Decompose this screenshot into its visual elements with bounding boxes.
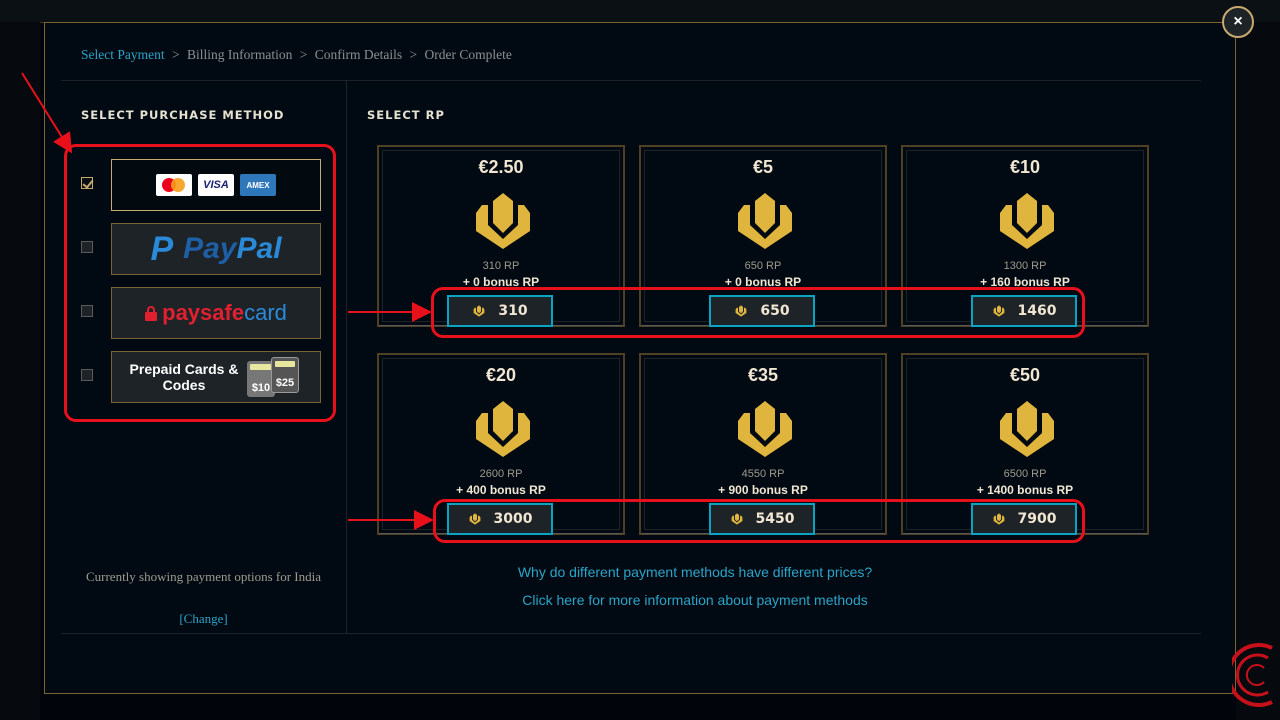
rp-pack-price: €2.50 xyxy=(478,157,524,177)
breadcrumb-step-select-payment[interactable]: Select Payment xyxy=(81,47,165,62)
rp-pack-bonus: + 900 bonus RP xyxy=(718,483,808,497)
breadcrumb-step-complete: Order Complete xyxy=(424,47,512,62)
different-prices-link[interactable]: Why do different payment methods have di… xyxy=(445,564,945,580)
breadcrumb-step-confirm: Confirm Details xyxy=(314,47,403,62)
riot-points-icon xyxy=(992,401,1062,457)
client-right-background xyxy=(1236,22,1280,720)
bracket-decoration xyxy=(1077,515,1147,534)
breadcrumb: Select Payment > Billing Information > C… xyxy=(81,47,512,63)
riot-points-icon xyxy=(992,193,1062,249)
rp-pack-bonus: + 1400 bonus RP xyxy=(976,483,1074,497)
annotation-box-row2 xyxy=(433,499,1085,543)
purchase-method-title: SELECT PURCHASE METHOD xyxy=(81,108,285,122)
rp-pack-price: €10 xyxy=(1009,157,1041,177)
rp-pack-amount: 1300 RP xyxy=(1003,260,1047,272)
payment-info-link[interactable]: Click here for more information about pa… xyxy=(445,592,945,608)
breadcrumb-separator: > xyxy=(409,47,418,62)
rp-pack-price: €35 xyxy=(747,365,779,385)
rp-pack-amount: 2600 RP xyxy=(479,468,523,480)
rp-pack-price: €5 xyxy=(752,157,774,177)
riot-points-icon xyxy=(468,193,538,249)
change-country-link[interactable]: [Change] xyxy=(81,611,326,627)
breadcrumb-separator: > xyxy=(171,47,180,62)
breadcrumb-step-billing: Billing Information xyxy=(186,47,293,62)
watermark-logo-icon xyxy=(1232,643,1273,707)
riot-points-icon xyxy=(730,193,800,249)
client-left-background xyxy=(0,22,40,720)
divider xyxy=(61,633,1201,634)
annotation-box-methods xyxy=(64,144,336,422)
rp-pack-price: €50 xyxy=(1009,365,1041,385)
riot-points-icon xyxy=(468,401,538,457)
breadcrumb-separator: > xyxy=(299,47,308,62)
rp-pack-amount: 310 RP xyxy=(482,260,520,272)
select-rp-title: SELECT RP xyxy=(367,108,445,122)
annotation-box-row1 xyxy=(431,287,1085,338)
bracket-decoration xyxy=(1077,307,1147,326)
riot-points-icon xyxy=(730,401,800,457)
divider xyxy=(61,80,1201,81)
rp-pack-amount: 6500 RP xyxy=(1003,468,1047,480)
close-button[interactable]: × xyxy=(1222,6,1254,38)
client-top-bar xyxy=(0,0,1280,23)
country-info-text: Currently showing payment options for In… xyxy=(85,569,322,584)
divider xyxy=(346,81,347,633)
rp-pack-amount: 650 RP xyxy=(744,260,782,272)
rp-pack-price: €20 xyxy=(485,365,517,385)
rp-pack-bonus: + 400 bonus RP xyxy=(456,483,546,497)
rp-pack-amount: 4550 RP xyxy=(741,468,785,480)
